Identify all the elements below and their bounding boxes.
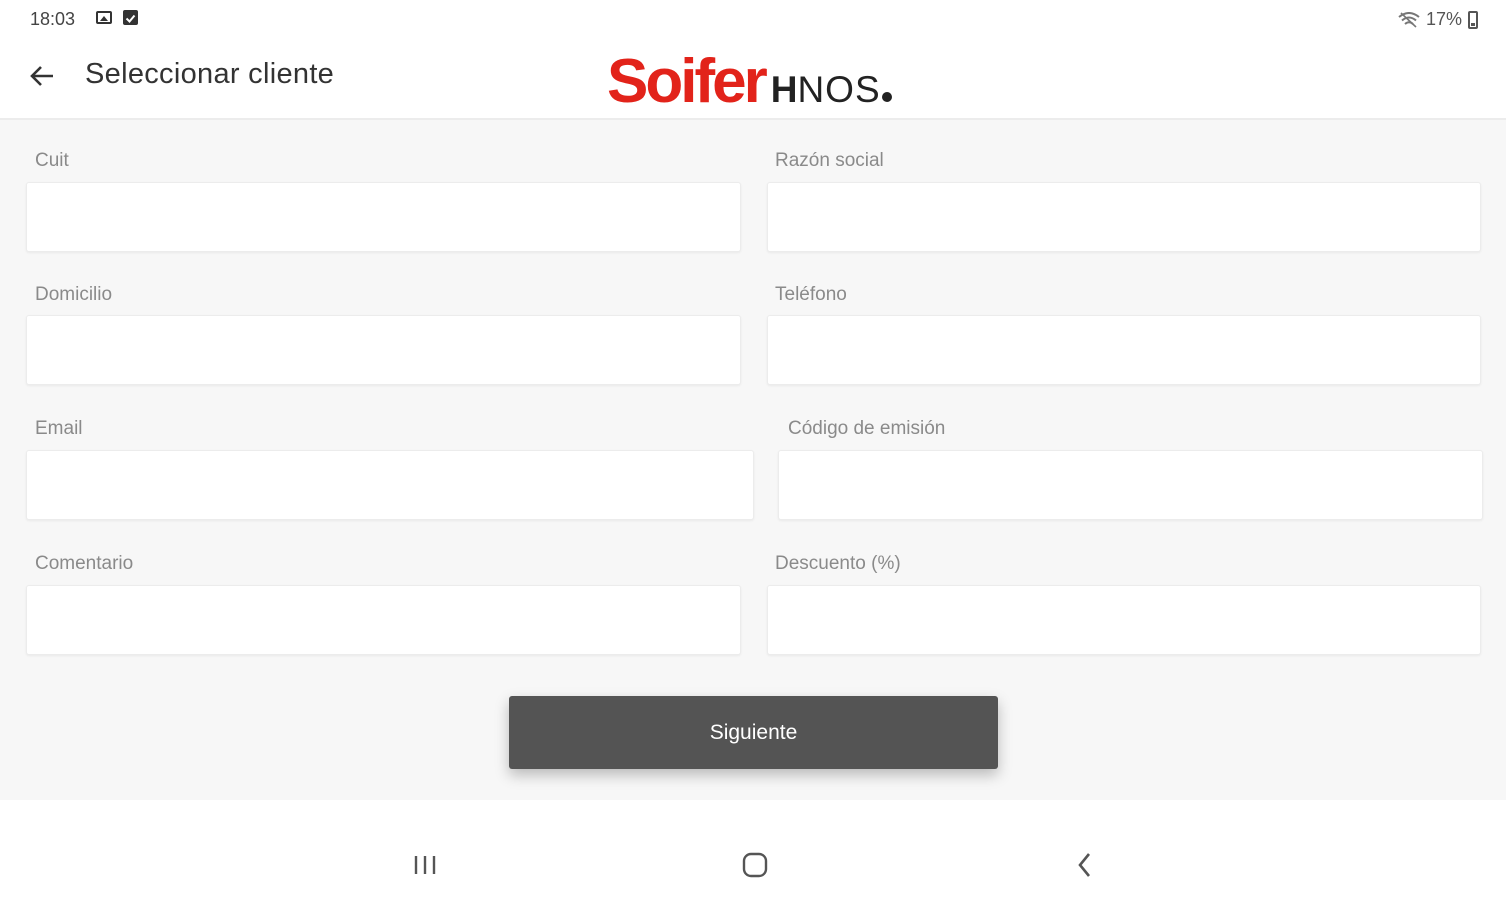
email-field[interactable] <box>26 450 754 520</box>
logo-dot <box>881 92 892 102</box>
status-right: 17% <box>1398 9 1478 30</box>
navigation-bar <box>0 828 1506 900</box>
codigo-emision-field[interactable] <box>778 450 1483 520</box>
check-square-icon <box>123 10 138 25</box>
screen: 18:03 17% Seleccionar cliente Soifer H N… <box>0 0 1506 900</box>
cuit-label: Cuit <box>35 150 69 171</box>
back-icon <box>1078 853 1091 877</box>
domicilio-field[interactable] <box>26 315 741 385</box>
page-title: Seleccionar cliente <box>85 58 335 90</box>
battery-percent: 17% <box>1425 9 1462 29</box>
arrow-left-icon <box>30 66 53 86</box>
razon-social-label: Razón social <box>775 150 884 171</box>
wifi-icon <box>1398 11 1420 28</box>
system-back-button[interactable] <box>1065 848 1105 882</box>
telefono-label: Teléfono <box>775 284 847 305</box>
comentario-label: Comentario <box>35 553 134 574</box>
cuit-field[interactable] <box>26 182 741 252</box>
codigo-emision-label: Código de emisión <box>788 418 946 439</box>
logo-rest-text: NOS <box>797 69 881 110</box>
descuento-field[interactable] <box>767 585 1481 655</box>
back-button[interactable] <box>22 56 62 96</box>
descuento-label: Descuento (%) <box>775 553 901 574</box>
recent-apps-button[interactable] <box>405 848 445 882</box>
battery-icon <box>1468 10 1478 29</box>
domicilio-label: Domicilio <box>35 284 113 305</box>
email-label: Email <box>35 418 83 439</box>
next-button[interactable]: Siguiente <box>509 696 998 769</box>
status-bar: 18:03 17% <box>0 0 1506 40</box>
logo-main-text: Soifer <box>607 47 768 116</box>
home-button[interactable] <box>735 848 775 882</box>
app-bar: Seleccionar cliente Soifer H NOS <box>0 40 1506 120</box>
image-icon <box>96 11 112 24</box>
comentario-field[interactable] <box>26 585 741 655</box>
razon-social-field[interactable] <box>767 182 1481 252</box>
telefono-field[interactable] <box>767 315 1481 385</box>
recent-apps-icon <box>414 856 436 874</box>
logo-h-text: H <box>770 69 798 110</box>
brand-logo: Soifer H NOS <box>607 46 892 117</box>
form-content: Cuit Razón social Domicilio Teléfono Ema… <box>0 120 1506 800</box>
home-icon <box>742 852 768 878</box>
status-time: 18:03 <box>30 9 76 29</box>
